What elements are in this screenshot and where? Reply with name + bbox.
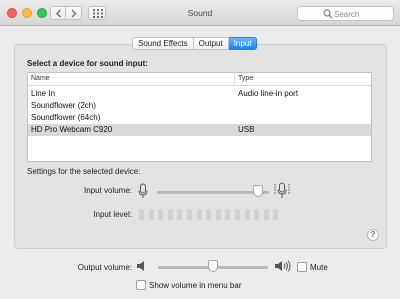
output-volume-label: Output volume: (77, 263, 132, 272)
input-volume-label: Input volume: (83, 186, 132, 195)
output-volume-thumb[interactable] (208, 260, 218, 272)
mute-label: Mute (310, 263, 328, 272)
search-field[interactable] (297, 6, 394, 21)
microphone-low-icon (138, 183, 148, 198)
level-segment (177, 209, 183, 220)
tab-bar: Sound Effects Output Input (132, 37, 258, 50)
level-segment (263, 209, 269, 220)
table-row[interactable]: Soundflower (64ch) (28, 112, 371, 124)
column-divider (234, 74, 235, 85)
level-segment (167, 209, 173, 220)
tab-output[interactable]: Output (193, 37, 229, 50)
level-segment (235, 209, 240, 220)
device-type: USB (238, 125, 255, 134)
level-segment (244, 209, 250, 220)
input-volume-thumb[interactable] (252, 185, 263, 197)
level-segment (158, 209, 164, 220)
level-segment (206, 209, 212, 220)
help-button[interactable]: ? (367, 229, 379, 241)
level-segment (215, 209, 221, 220)
search-icon (323, 9, 333, 19)
table-row[interactable]: Soundflower (2ch) (28, 100, 371, 112)
level-segment (196, 209, 202, 220)
level-segment (254, 209, 260, 220)
output-volume-fill (158, 266, 213, 269)
show-volume-checkbox[interactable] (136, 280, 146, 290)
device-name: Line In (31, 89, 56, 98)
input-volume-fill (157, 191, 258, 194)
level-segment (273, 209, 279, 220)
device-section-title: Select a device for sound input: (27, 59, 148, 68)
level-segment (225, 209, 231, 220)
device-name: Soundflower (64ch) (31, 113, 101, 122)
show-volume-label: Show volume in menu bar (149, 281, 242, 290)
microphone-high-icon (274, 182, 290, 198)
column-header-type[interactable]: Type (238, 75, 253, 82)
title-bar: Sound (0, 0, 400, 26)
table-row-selected[interactable]: HD Pro Webcam C920 USB (28, 124, 371, 136)
level-segment (148, 209, 154, 220)
mute-checkbox[interactable] (297, 262, 307, 272)
level-segment (187, 209, 192, 220)
speaker-high-icon[interactable] (274, 259, 292, 273)
search-input[interactable] (334, 9, 390, 19)
level-segment (139, 209, 144, 220)
tab-input[interactable]: Input (228, 37, 258, 50)
column-header-name[interactable]: Name (31, 75, 50, 82)
device-type: Audio line-in port (238, 89, 299, 98)
device-table[interactable]: Name Type Line In Audio line-in port Sou… (27, 72, 372, 162)
device-name: HD Pro Webcam C920 (31, 125, 113, 134)
speaker-low-icon[interactable] (136, 260, 148, 272)
table-row[interactable]: Line In Audio line-in port (28, 88, 371, 100)
device-name: Soundflower (2ch) (31, 101, 96, 110)
settings-label: Settings for the selected device: (27, 167, 141, 176)
tab-sound-effects[interactable]: Sound Effects (132, 37, 194, 50)
table-header: Name Type (28, 73, 371, 86)
input-level-label: Input level: (93, 210, 132, 219)
